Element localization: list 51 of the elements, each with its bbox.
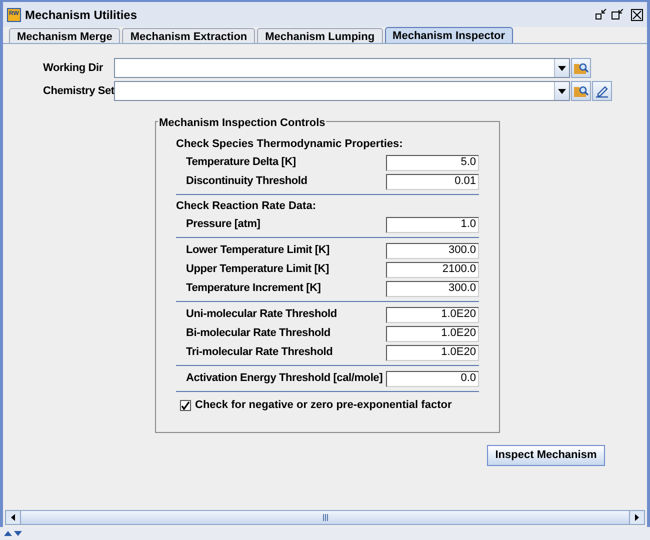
value-field[interactable]: 0.0 bbox=[386, 370, 479, 386]
setting-label: Temperature Increment [K] bbox=[186, 281, 322, 296]
value-field[interactable]: 0.01 bbox=[386, 174, 479, 190]
dropdown-arrow-icon bbox=[558, 66, 566, 70]
combo-box[interactable] bbox=[114, 58, 570, 78]
maximize-icon[interactable] bbox=[611, 8, 623, 20]
tab[interactable]: Mechanism Inspector bbox=[384, 27, 514, 43]
value-field[interactable]: 300.0 bbox=[386, 280, 479, 296]
group-title: Mechanism Inspection Controls bbox=[158, 115, 326, 132]
folder-search-icon bbox=[573, 84, 589, 98]
section-heading: Check Reaction Rate Data: bbox=[176, 199, 317, 214]
field-label: Working Dir bbox=[43, 60, 104, 76]
value-field[interactable]: 1.0E20 bbox=[386, 326, 479, 342]
check-icon bbox=[181, 400, 190, 410]
checkbox[interactable] bbox=[180, 400, 191, 411]
setting-label: Tri-molecular Rate Threshold bbox=[186, 345, 334, 360]
setting-label: Pressure [atm] bbox=[186, 217, 262, 232]
expand-up-icon bbox=[4, 531, 12, 536]
value-field[interactable]: 1.0E20 bbox=[386, 344, 479, 360]
dropdown-arrow-icon bbox=[558, 88, 566, 94]
minimize-icon[interactable] bbox=[595, 8, 607, 20]
edit-button[interactable] bbox=[592, 81, 612, 101]
inspect-mechanism-button[interactable]: Inspect Mechanism bbox=[487, 444, 605, 466]
section-heading: Check Species Thermodynamic Properties: bbox=[176, 137, 404, 152]
setting-label: Upper Temperature Limit [K] bbox=[186, 262, 330, 278]
value-field[interactable]: 1.0E20 bbox=[386, 306, 479, 322]
browse-folder-button[interactable] bbox=[571, 81, 591, 101]
combo-box[interactable] bbox=[114, 81, 570, 101]
value-field[interactable]: 5.0 bbox=[386, 154, 479, 170]
setting-label: Bi-molecular Rate Threshold bbox=[186, 326, 332, 342]
setting-label: Lower Temperature Limit [K] bbox=[186, 243, 331, 258]
value-field[interactable]: 300.0 bbox=[386, 242, 479, 258]
checkbox-label: Check for negative or zero pre-exponential factor bbox=[195, 398, 452, 413]
setting-label: Discontinuity Threshold bbox=[186, 174, 308, 190]
folder-search-icon bbox=[573, 61, 589, 75]
close-icon[interactable] bbox=[631, 8, 643, 20]
window-title: Mechanism Utilities bbox=[25, 6, 138, 24]
tab[interactable]: Mechanism Extraction bbox=[122, 28, 256, 43]
collapse-down-icon bbox=[14, 531, 22, 536]
setting-label: Activation Energy Threshold [cal/mole] bbox=[186, 371, 384, 386]
setting-label: Temperature Delta [K] bbox=[186, 155, 297, 170]
value-field[interactable]: 1.0 bbox=[386, 216, 479, 232]
pencil-icon bbox=[595, 84, 609, 98]
field-label: Chemistry Set bbox=[43, 84, 114, 99]
tab[interactable]: Mechanism Merge bbox=[9, 28, 120, 43]
value-field[interactable]: 2100.0 bbox=[386, 262, 479, 278]
setting-label: Uni-molecular Rate Threshold bbox=[186, 307, 338, 322]
browse-folder-button[interactable] bbox=[571, 58, 591, 78]
horizontal-scrollbar[interactable] bbox=[5, 510, 645, 525]
scroll-grip-icon bbox=[322, 514, 328, 521]
tab[interactable]: Mechanism Lumping bbox=[257, 28, 383, 43]
